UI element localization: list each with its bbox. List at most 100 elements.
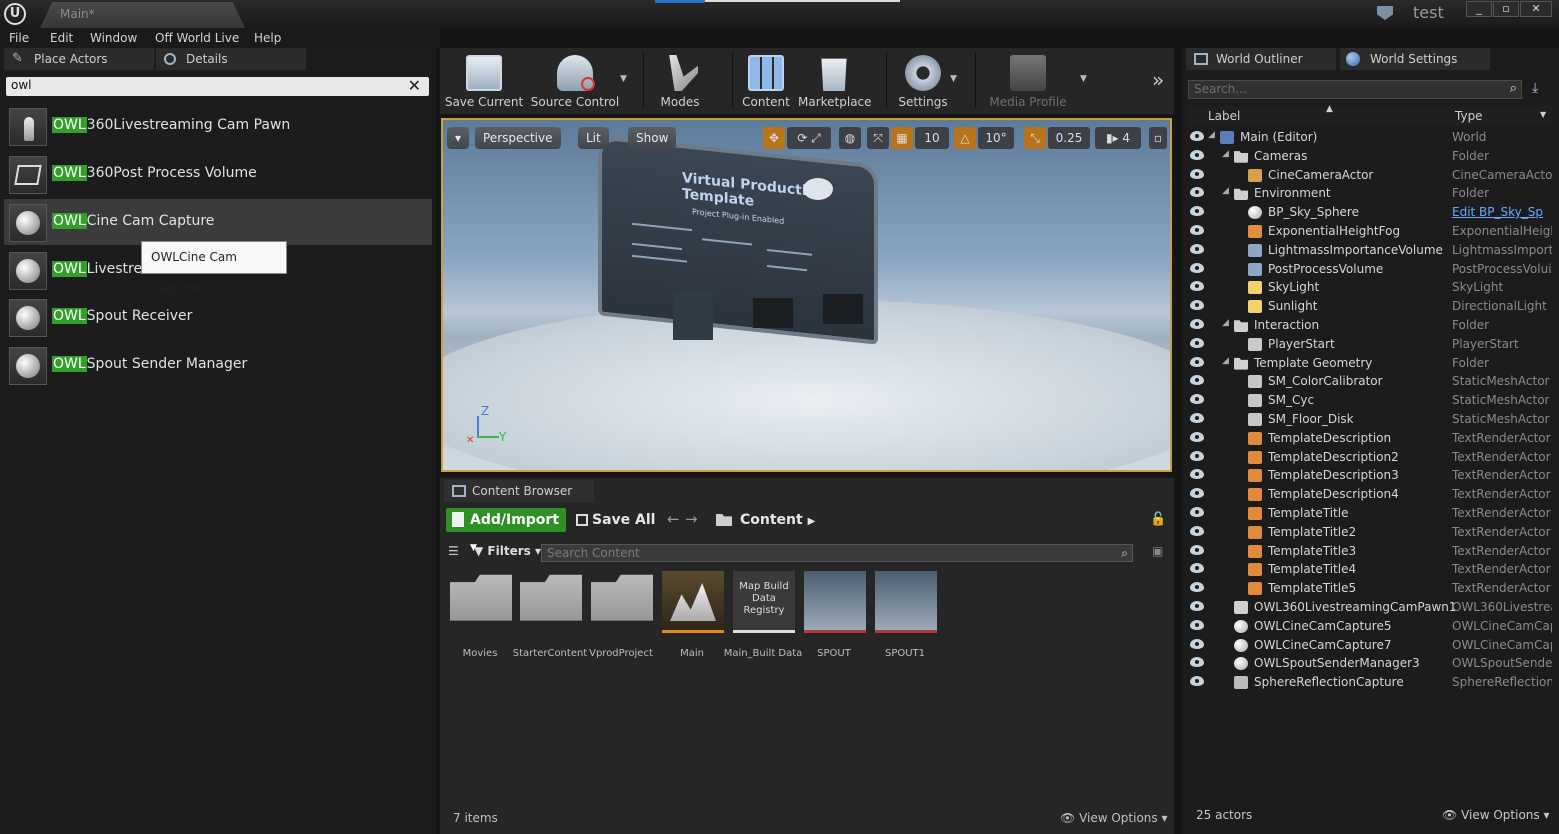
outliner-row[interactable]: TemplateDescription TextRenderActor (1186, 429, 1553, 447)
path-breadcrumb[interactable]: Content ▶ (716, 508, 815, 534)
media-profile-button[interactable]: Media Profile (985, 52, 1071, 112)
outliner-row[interactable]: TemplateTitle3 TextRenderActor (1186, 542, 1553, 560)
expand-arrow-icon[interactable]: ◢ (1222, 356, 1229, 366)
rotation-snap-value[interactable]: 10° (978, 127, 1014, 149)
camera-speed-button[interactable]: ▮▸ 4 (1095, 127, 1141, 149)
tab-place-actors[interactable]: ✎ Place Actors (4, 48, 154, 70)
expand-arrow-icon[interactable]: ◢ (1222, 149, 1229, 159)
visibility-eye-icon[interactable] (1190, 619, 1204, 630)
visibility-eye-icon[interactable] (1190, 638, 1204, 649)
outliner-row[interactable]: SM_ColorCalibrator StaticMeshActor (1186, 372, 1553, 390)
visibility-eye-icon[interactable] (1190, 525, 1204, 536)
outliner-view-options-button[interactable]: 👁 View Options ▾ (1442, 808, 1550, 822)
outliner-row[interactable]: LightmassImportanceVolume LightmassImport… (1186, 241, 1553, 259)
outliner-row[interactable]: SphereReflectionCapture SphereReflection( (1186, 673, 1553, 691)
content-search-input[interactable]: Search Content ⌕ (541, 544, 1133, 562)
map-build-data-asset[interactable]: Map Build Data Registry (733, 571, 795, 633)
level-viewport[interactable]: Virtual Production Template Project Plug… (441, 118, 1172, 472)
outliner-search-input[interactable]: Search... ⌕ (1188, 80, 1522, 99)
visibility-eye-icon[interactable] (1190, 469, 1204, 480)
visibility-eye-icon[interactable] (1190, 149, 1204, 160)
visibility-eye-icon[interactable] (1190, 450, 1204, 461)
visibility-eye-icon[interactable] (1190, 507, 1204, 517)
save-search-icon[interactable]: ▣ (1152, 544, 1163, 558)
outliner-row[interactable]: OWLCineCamCapture7 OWLCineCamCapt (1186, 636, 1553, 654)
outliner-row[interactable]: TemplateDescription4 TextRenderActor (1186, 485, 1553, 503)
outliner-row[interactable]: BP_Sky_Sphere Edit BP_Sky_Sp (1186, 203, 1553, 221)
visibility-eye-icon[interactable] (1190, 488, 1204, 499)
marketplace-button[interactable]: Marketplace (798, 52, 872, 112)
menu-off-world-live[interactable]: Off World Live (155, 31, 239, 45)
user-badge[interactable]: test (1365, 2, 1455, 24)
expand-arrow-icon[interactable]: ◢ (1222, 318, 1229, 328)
folder-asset[interactable] (520, 574, 582, 621)
forward-arrow-icon[interactable]: → (685, 510, 698, 528)
scale-snap-icon[interactable]: ⤡ (1024, 127, 1046, 149)
outliner-row[interactable]: ◢ Environment Folder (1186, 184, 1553, 202)
settings-button[interactable]: Settings (892, 52, 954, 112)
show-button[interactable]: Show (628, 127, 677, 149)
add-folder-icon[interactable]: ⤓ (1532, 80, 1538, 96)
minimize-button[interactable]: _ (1466, 1, 1492, 17)
outliner-row[interactable]: OWLSpoutSenderManager3 OWLSpoutSender (1186, 654, 1553, 672)
visibility-eye-icon[interactable] (1190, 394, 1204, 405)
actor-item[interactable]: OWL360Livestreaming Cam Pawn (4, 103, 432, 149)
rotate-scale-tool-icon[interactable]: ⟳ ⤢ (787, 127, 831, 149)
folder-asset[interactable] (591, 574, 653, 621)
maximize-viewport-icon[interactable]: ▫ (1149, 127, 1167, 149)
viewport-options-button[interactable]: ▾ (447, 127, 469, 149)
outliner-row[interactable]: TemplateDescription3 TextRenderActor (1186, 466, 1553, 484)
outliner-row[interactable]: PostProcessVolume PostProcessVolui (1186, 260, 1553, 278)
outliner-row[interactable]: OWLCineCamCapture5 OWLCineCamCapt (1186, 617, 1553, 635)
actor-item[interactable]: OWLSpout Sender Manager (4, 342, 432, 388)
clear-search-icon[interactable]: ✕ (408, 76, 421, 95)
expand-arrow-icon[interactable]: ◢ (1222, 186, 1229, 196)
menu-window[interactable]: Window (90, 31, 137, 45)
perspective-button[interactable]: Perspective (475, 127, 561, 149)
outliner-row[interactable]: TemplateTitle TextRenderActor (1186, 504, 1553, 522)
actor-item[interactable]: OWLSpout Receiver (4, 294, 432, 340)
media-profile-dropdown-icon[interactable]: ▼ (1080, 74, 1087, 84)
visibility-eye-icon[interactable] (1190, 431, 1204, 442)
outliner-row[interactable]: ◢ Interaction Folder (1186, 316, 1553, 334)
settings-dropdown-icon[interactable]: ▼ (950, 74, 957, 84)
outliner-row[interactable]: TemplateTitle5 TextRenderActor (1186, 579, 1553, 597)
visibility-eye-icon[interactable] (1190, 319, 1204, 329)
outliner-row[interactable]: TemplateDescription2 TextRenderActor (1186, 448, 1553, 466)
visibility-eye-icon[interactable] (1190, 601, 1204, 611)
menu-help[interactable]: Help (254, 31, 281, 45)
actor-search-input[interactable]: owl ✕ (6, 76, 429, 96)
source-control-button[interactable]: Source Control (530, 52, 620, 112)
visibility-eye-icon[interactable] (1190, 657, 1204, 668)
add-import-button[interactable]: Add/Import ▼ (446, 508, 566, 553)
outliner-row[interactable]: PlayerStart PlayerStart (1186, 335, 1553, 353)
visibility-eye-icon[interactable] (1190, 356, 1204, 367)
texture-asset[interactable] (804, 571, 866, 633)
grid-snap-icon[interactable]: ▦ (891, 127, 913, 149)
level-tab[interactable]: Main* (40, 2, 245, 28)
column-label[interactable]: Label (1208, 109, 1240, 123)
lit-button[interactable]: Lit (578, 127, 609, 149)
outliner-row[interactable]: SM_Cyc StaticMeshActor (1186, 391, 1553, 409)
outliner-row[interactable]: TemplateTitle2 TextRenderActor (1186, 523, 1553, 541)
view-options-button[interactable]: 👁 View Options ▾ (1060, 811, 1168, 825)
edit-blueprint-link[interactable]: Edit BP_Sky_Sp (1452, 205, 1552, 219)
outliner-row[interactable]: ◢ Main (Editor) World (1186, 128, 1553, 146)
visibility-eye-icon[interactable] (1190, 544, 1204, 555)
save-current-button[interactable]: Save Current (444, 52, 524, 112)
expand-arrow-icon[interactable]: ◢ (1208, 130, 1215, 140)
visibility-eye-icon[interactable] (1190, 676, 1204, 687)
visibility-eye-icon[interactable] (1190, 300, 1204, 311)
surface-snap-icon[interactable]: ⤧ (867, 127, 889, 149)
texture-asset[interactable] (875, 571, 937, 633)
lock-icon[interactable]: 🔓 (1150, 512, 1166, 527)
save-all-button[interactable]: Save All (576, 508, 655, 532)
outliner-row[interactable]: TemplateTitle4 TextRenderActor (1186, 560, 1553, 578)
content-button[interactable]: Content (738, 52, 794, 112)
outliner-row[interactable]: SM_Floor_Disk StaticMeshActor (1186, 410, 1553, 428)
actor-item[interactable]: OWL360Post Process Volume (4, 151, 432, 197)
menu-edit[interactable]: Edit (50, 31, 73, 45)
tab-content-browser[interactable]: Content Browser (444, 480, 594, 502)
visibility-eye-icon[interactable] (1190, 582, 1204, 593)
outliner-row[interactable]: ExponentialHeightFog ExponentialHeigh (1186, 222, 1553, 240)
